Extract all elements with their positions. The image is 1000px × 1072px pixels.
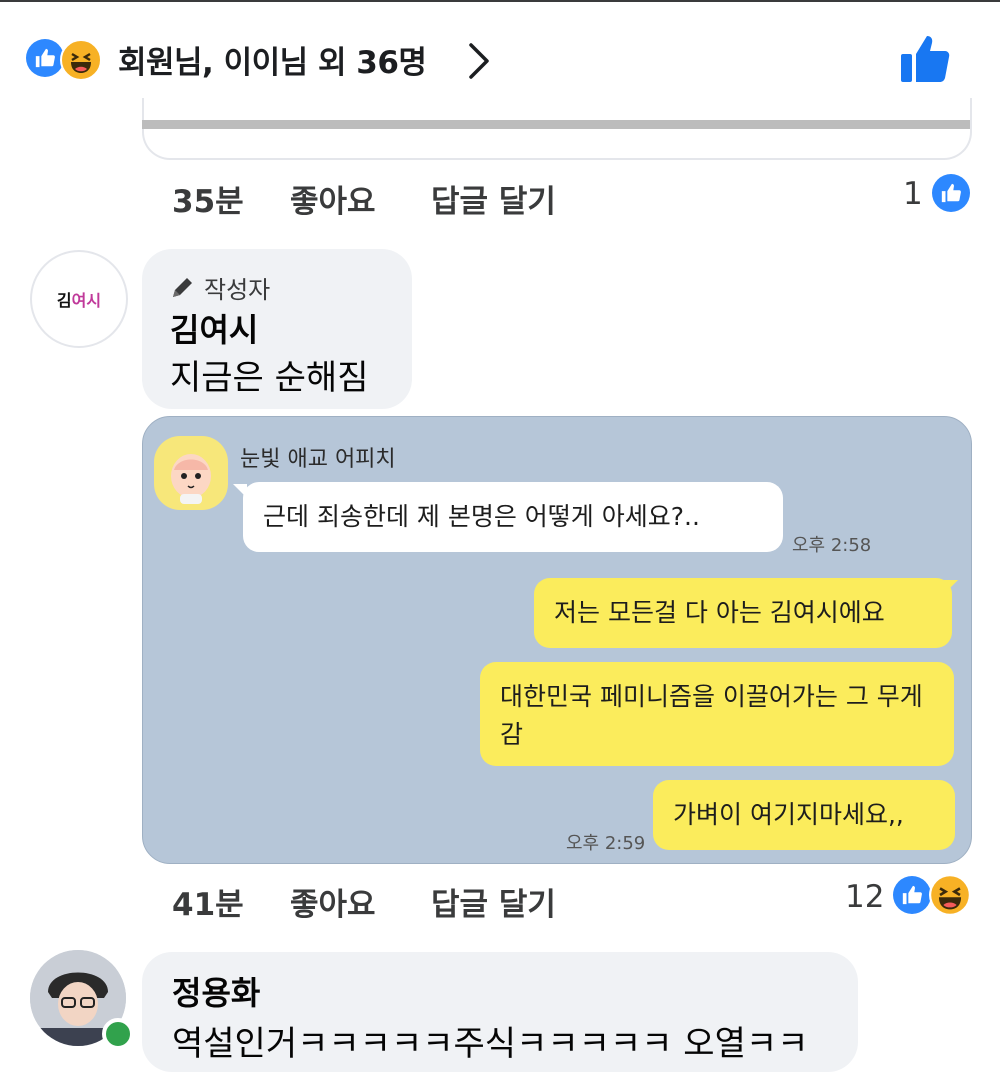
sender-name: 눈빛 애교 어피치 — [240, 447, 396, 472]
commenter-name[interactable]: 김여시 — [170, 305, 258, 351]
incoming-time: 오후 2:58 — [792, 535, 872, 556]
avatar[interactable]: 김 여시 — [30, 250, 128, 348]
outgoing-message-text: 저는 모든걸 다 아는 김여시에요 — [554, 598, 885, 627]
like-icon — [26, 39, 64, 77]
sender-avatar — [154, 436, 228, 510]
reaction-icons[interactable] — [26, 39, 102, 81]
comment-text: 지금은 순해짐 — [170, 358, 369, 398]
commenter-name[interactable]: 정용화 — [172, 968, 260, 1014]
reaction-count[interactable]: 12 — [845, 879, 884, 915]
outgoing-message-text: 가벼이 여기지마세요,, — [673, 800, 904, 829]
attached-media-card[interactable] — [142, 98, 972, 160]
outgoing-time: 오후 2:59 — [566, 833, 646, 854]
reply-link[interactable]: 답글 달기 — [431, 176, 556, 221]
like-icon — [932, 174, 970, 212]
incoming-message-text: 근데 죄송한데 제 본명은 어떻게 아세요?.. — [263, 502, 700, 531]
author-badge: 작성자 — [170, 270, 270, 305]
pencil-icon — [173, 277, 192, 297]
comment-time: 35분 — [172, 184, 244, 220]
comment-actions-row: 35분 좋아요 답글 달기 — [0, 176, 1000, 220]
reaction-count[interactable]: 1 — [903, 176, 923, 212]
reaction-summary-text[interactable]: 회원님, 이이님 외 36명 — [118, 37, 427, 82]
outgoing-message-text: 대한민국 페미니즘을 이끌어가는 그 무게감 — [500, 682, 923, 749]
reply-link[interactable]: 답글 달기 — [431, 879, 556, 924]
avatar-text-accent: 여시 — [71, 291, 102, 310]
like-link[interactable]: 좋아요 — [290, 176, 376, 221]
outgoing-message: 저는 모든걸 다 아는 김여시에요 — [534, 578, 952, 648]
outgoing-message: 가벼이 여기지마세요,, — [653, 780, 955, 850]
chevron-right-icon[interactable] — [466, 42, 492, 84]
top-divider — [0, 0, 1000, 2]
incoming-message: 근데 죄송한데 제 본명은 어떻게 아세요?.. — [243, 482, 783, 552]
comment-time: 41분 — [172, 887, 244, 923]
haha-icon — [929, 874, 971, 916]
avatar-text: 김 — [56, 291, 72, 310]
attached-media-strip — [142, 120, 970, 129]
like-post-icon[interactable] — [898, 34, 952, 88]
online-status-dot — [102, 1018, 134, 1050]
comment-text: 역설인거ㅋㅋㅋㅋㅋ주식ㅋㅋㅋㅋㅋ 오열ㅋㅋ — [172, 1024, 809, 1064]
outgoing-message: 대한민국 페미니즘을 이끌어가는 그 무게감 — [480, 662, 954, 766]
author-badge-label: 작성자 — [204, 276, 271, 304]
haha-icon — [60, 39, 102, 81]
like-link[interactable]: 좋아요 — [290, 879, 376, 924]
like-icon — [893, 876, 931, 914]
